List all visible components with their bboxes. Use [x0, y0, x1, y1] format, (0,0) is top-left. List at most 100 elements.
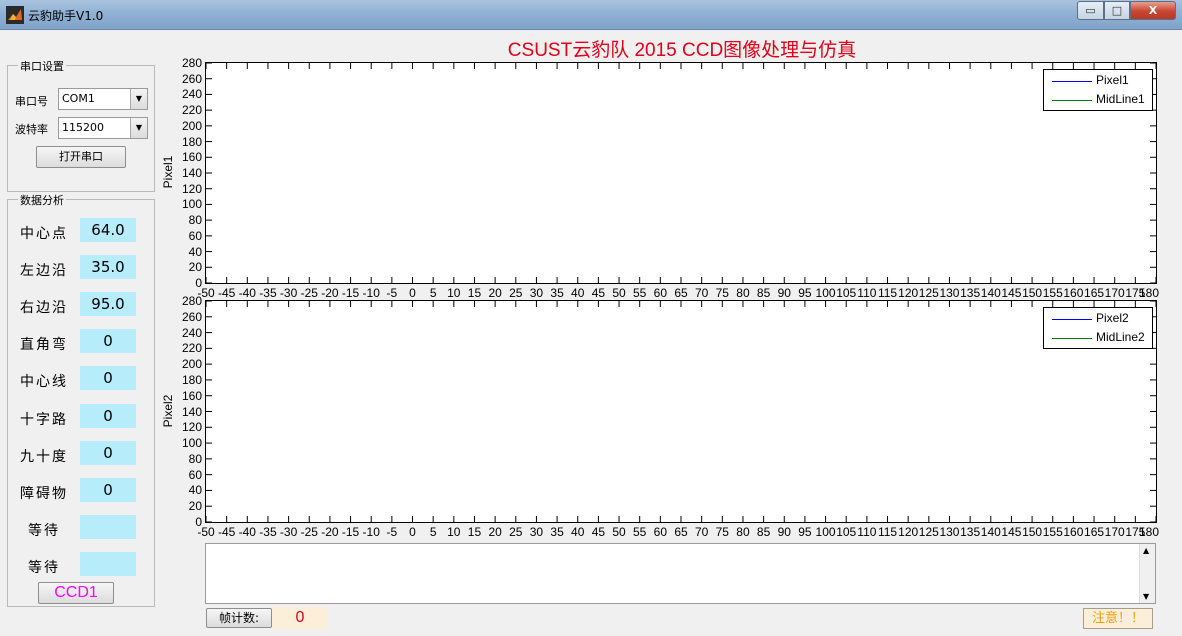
y-tick-label: 80 [188, 213, 202, 228]
pixel2-legend: Pixel2 MidLine2 [1043, 307, 1153, 349]
legend-line-midline1 [1052, 100, 1092, 101]
close-button[interactable]: X [1130, 1, 1176, 20]
pixel2-axes[interactable]: Pixel2 MidLine2 [205, 300, 1157, 523]
metric-value: 95.0 [80, 292, 136, 316]
y-tick-label: 20 [188, 260, 202, 275]
metric-value: 0 [80, 329, 136, 353]
serial-settings-title: 串口设置 [18, 58, 66, 74]
chevron-down-icon: ▼ [130, 118, 147, 138]
y-tick-label: 40 [188, 483, 202, 498]
y-tick-label: 60 [188, 228, 202, 243]
metric-value [80, 552, 136, 576]
y-tick-label: 240 [181, 325, 202, 340]
legend-line-midline2 [1052, 338, 1092, 339]
y-tick-label: 140 [181, 404, 202, 419]
frame-count-label: 帧计数: [218, 611, 260, 625]
port-label: 串口号 [15, 95, 48, 108]
maximize-icon: □ [1111, 4, 1123, 17]
y-tick-label: 200 [181, 357, 202, 372]
matlab-app-icon [6, 6, 24, 24]
y-tick-label: 60 [188, 467, 202, 482]
frame-count-value: 0 [272, 607, 328, 629]
pixel1-y-label: Pixel1 [161, 155, 175, 189]
x-tick-label: 180 [1138, 525, 1160, 539]
y-tick-label: 260 [181, 309, 202, 324]
title-bar: 云豹助手V1.0 ▭ □ X [0, 0, 1182, 30]
y-tick-label: 180 [181, 134, 202, 149]
metric-label: 中心线 [20, 374, 68, 390]
port-select[interactable]: COM1 ▼ [58, 88, 148, 110]
pixel1-axes[interactable]: Pixel1 MidLine1 [205, 62, 1157, 284]
minimize-icon: ▭ [1085, 4, 1096, 17]
y-tick-label: 180 [181, 372, 202, 387]
legend-line-pixel1 [1052, 81, 1092, 82]
y-tick-label: 100 [181, 197, 202, 212]
pixel1-legend: Pixel1 MidLine1 [1043, 69, 1153, 111]
metric-label: 障碍物 [20, 486, 68, 502]
y-tick-label: 240 [181, 87, 202, 102]
metric-label: 十字路 [20, 412, 68, 428]
y-tick-label: 220 [181, 341, 202, 356]
scroll-down-icon[interactable]: ▼ [1143, 592, 1149, 601]
legend-label-pixel2: Pixel2 [1096, 311, 1129, 325]
metric-value: 0 [80, 404, 136, 428]
warning-button[interactable]: 注意！！ [1083, 608, 1153, 629]
y-tick-label: 220 [181, 103, 202, 118]
y-tick-label: 160 [181, 150, 202, 165]
legend-line-pixel2 [1052, 319, 1092, 320]
port-select-value: COM1 [62, 92, 95, 105]
metric-label: 直角弯 [20, 337, 68, 353]
pixel2-plot-area [206, 301, 1156, 522]
y-tick-label: 40 [188, 244, 202, 259]
metric-label: 中心点 [20, 226, 68, 242]
y-tick-label: 80 [188, 451, 202, 466]
chevron-down-icon: ▼ [130, 89, 147, 109]
maximize-button[interactable]: □ [1104, 1, 1130, 20]
metric-label: 右边沿 [20, 300, 68, 316]
log-scrollbar[interactable]: ▲ ▼ [1139, 544, 1155, 603]
metric-value: 0 [80, 441, 136, 465]
ccd-select-button[interactable]: CCD1 [38, 582, 114, 604]
x-tick-label: 180 [1138, 286, 1160, 300]
scroll-up-icon[interactable]: ▲ [1143, 546, 1149, 555]
data-analysis-title: 数据分析 [18, 192, 66, 208]
y-tick-label: 160 [181, 388, 202, 403]
metric-label: 九十度 [20, 449, 68, 465]
window-title: 云豹助手V1.0 [28, 9, 104, 23]
log-textarea[interactable]: ▲ ▼ [205, 543, 1156, 604]
y-tick-label: 140 [181, 166, 202, 180]
metric-label: 左边沿 [20, 263, 68, 279]
plot-title: CSUST云豹队 2015 CCD图像处理与仿真 [507, 40, 857, 61]
y-tick-label: 120 [181, 181, 202, 196]
metric-value: 0 [80, 366, 136, 390]
baud-select-value: 115200 [62, 121, 104, 134]
pixel2-y-label: Pixel2 [161, 394, 175, 428]
y-tick-label: 280 [181, 56, 202, 70]
close-icon: X [1148, 4, 1158, 17]
baud-label: 波特率 [15, 123, 48, 136]
legend-label-midline2: MidLine2 [1096, 330, 1145, 344]
legend-label-pixel1: Pixel1 [1096, 73, 1129, 87]
y-tick-label: 120 [181, 420, 202, 435]
metric-value: 35.0 [80, 255, 136, 279]
y-tick-label: 200 [181, 118, 202, 133]
main-window: 云豹助手V1.0 ▭ □ X 串口设置 串口号 COM1 ▼ 波特率 11520… [0, 0, 1182, 636]
open-port-label: 打开串口 [59, 150, 103, 163]
ccd-select-label: CCD1 [54, 584, 98, 601]
minimize-button[interactable]: ▭ [1077, 1, 1104, 20]
pixel1-plot-area [206, 63, 1156, 283]
y-tick-label: 280 [181, 294, 202, 308]
metric-label: 等待 [28, 523, 60, 539]
metric-label: 等待 [28, 560, 60, 576]
metric-value [80, 515, 136, 539]
y-tick-label: 260 [181, 71, 202, 86]
frame-count-label-button[interactable]: 帧计数: [206, 608, 272, 628]
baud-select[interactable]: 115200 ▼ [58, 117, 148, 139]
serial-settings-group: 串口设置 串口号 COM1 ▼ 波特率 115200 ▼ 打开串口 [7, 58, 155, 192]
legend-label-midline1: MidLine1 [1096, 92, 1145, 106]
open-port-button[interactable]: 打开串口 [36, 146, 126, 168]
warning-label: 注意！！ [1091, 611, 1144, 626]
y-tick-label: 20 [188, 499, 202, 514]
metric-value: 64.0 [80, 218, 136, 242]
y-tick-label: 100 [181, 436, 202, 451]
